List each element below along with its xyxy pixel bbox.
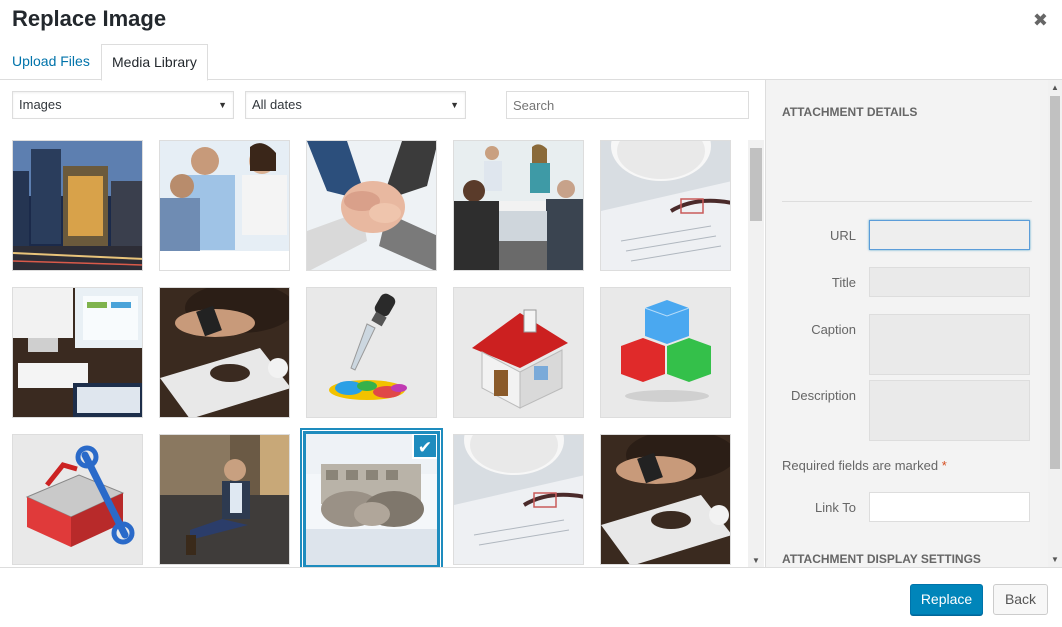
- chevron-down-icon: ▼: [218, 100, 227, 110]
- man-on-couch-photo: [160, 435, 289, 564]
- city-night-photo: [13, 141, 142, 270]
- media-grid-scrollbar[interactable]: ▼: [748, 140, 764, 567]
- date-filter-value: All dates: [252, 97, 302, 112]
- link-to-field[interactable]: [869, 492, 1030, 522]
- media-item[interactable]: [306, 140, 437, 271]
- title-label: Title: [831, 275, 856, 290]
- media-item-selected[interactable]: ✔: [303, 431, 440, 567]
- caption-field[interactable]: [869, 314, 1030, 375]
- computer-desk-photo: [13, 288, 142, 417]
- link-to-label: Link To: [815, 500, 856, 515]
- business-meeting-photo: [160, 141, 289, 270]
- modal-title: Replace Image: [12, 6, 167, 31]
- media-item[interactable]: [12, 140, 143, 271]
- media-item[interactable]: [600, 140, 731, 271]
- title-field[interactable]: [869, 267, 1030, 297]
- media-item[interactable]: [159, 287, 290, 418]
- required-fields-text: Required fields are marked: [782, 458, 939, 473]
- house-icon: [454, 288, 583, 417]
- media-item[interactable]: [600, 287, 731, 418]
- media-type-filter[interactable]: Images ▼: [12, 91, 234, 119]
- media-item[interactable]: [600, 434, 731, 565]
- modal-footer: Replace Back: [0, 567, 1062, 627]
- phone-desk-photo: [160, 288, 289, 417]
- media-browser: Images ▼ All dates ▼ Search ✔ ▼: [0, 80, 765, 567]
- back-button[interactable]: Back: [993, 584, 1048, 615]
- coffee-document-photo: [454, 435, 583, 564]
- chevron-down-icon: ▼: [450, 100, 459, 110]
- media-item[interactable]: [12, 287, 143, 418]
- attachment-details-heading: ATTACHMENT DETAILS: [782, 105, 918, 119]
- required-fields-note: Required fields are marked *: [782, 458, 947, 473]
- media-item[interactable]: [453, 287, 584, 418]
- media-item[interactable]: [12, 434, 143, 565]
- scroll-down-icon[interactable]: ▼: [1051, 555, 1059, 564]
- office-meeting-photo: [454, 141, 583, 270]
- required-star: *: [941, 458, 947, 473]
- divider: [782, 201, 1032, 202]
- caption-label: Caption: [811, 322, 856, 337]
- url-label: URL: [829, 228, 856, 243]
- scrollbar-thumb[interactable]: [1050, 96, 1060, 469]
- date-filter[interactable]: All dates ▼: [245, 91, 466, 119]
- scroll-up-icon[interactable]: ▲: [1051, 83, 1059, 92]
- paint-dropper-icon: [307, 288, 436, 417]
- tab-media-library[interactable]: Media Library: [101, 44, 208, 81]
- cubes-icon: [601, 288, 730, 417]
- scroll-down-icon[interactable]: ▼: [752, 556, 760, 565]
- tab-upload-files[interactable]: Upload Files: [2, 44, 100, 80]
- media-grid: ✔: [12, 140, 742, 567]
- attachment-display-settings-heading: ATTACHMENT DISPLAY SETTINGS: [782, 552, 981, 566]
- media-type-filter-value: Images: [19, 97, 62, 112]
- media-item[interactable]: [159, 434, 290, 565]
- phone-desk-photo: [601, 435, 730, 564]
- media-item[interactable]: [453, 434, 584, 565]
- description-label: Description: [790, 388, 856, 403]
- sidebar-scrollbar[interactable]: ▲ ▼: [1048, 80, 1062, 567]
- checkmark-icon[interactable]: ✔: [412, 434, 437, 459]
- replace-button[interactable]: Replace: [910, 584, 983, 615]
- toolbox-icon: [13, 435, 142, 564]
- attachment-sidebar: ATTACHMENT DETAILS URL Title Caption Des…: [765, 80, 1062, 567]
- coffee-document-photo: [601, 141, 730, 270]
- close-icon[interactable]: ✖: [1033, 10, 1048, 31]
- scrollbar-thumb[interactable]: [750, 148, 762, 221]
- replace-image-modal: Replace Image ✖ Upload Files Media Libra…: [0, 0, 1062, 627]
- search-input[interactable]: [506, 91, 749, 119]
- description-field[interactable]: [869, 380, 1030, 441]
- media-item[interactable]: [306, 287, 437, 418]
- team-hands-photo: [307, 141, 436, 270]
- tab-bar: Upload Files Media Library: [0, 44, 1062, 81]
- media-item[interactable]: [453, 140, 584, 271]
- url-field[interactable]: [869, 220, 1030, 250]
- media-item[interactable]: [159, 140, 290, 271]
